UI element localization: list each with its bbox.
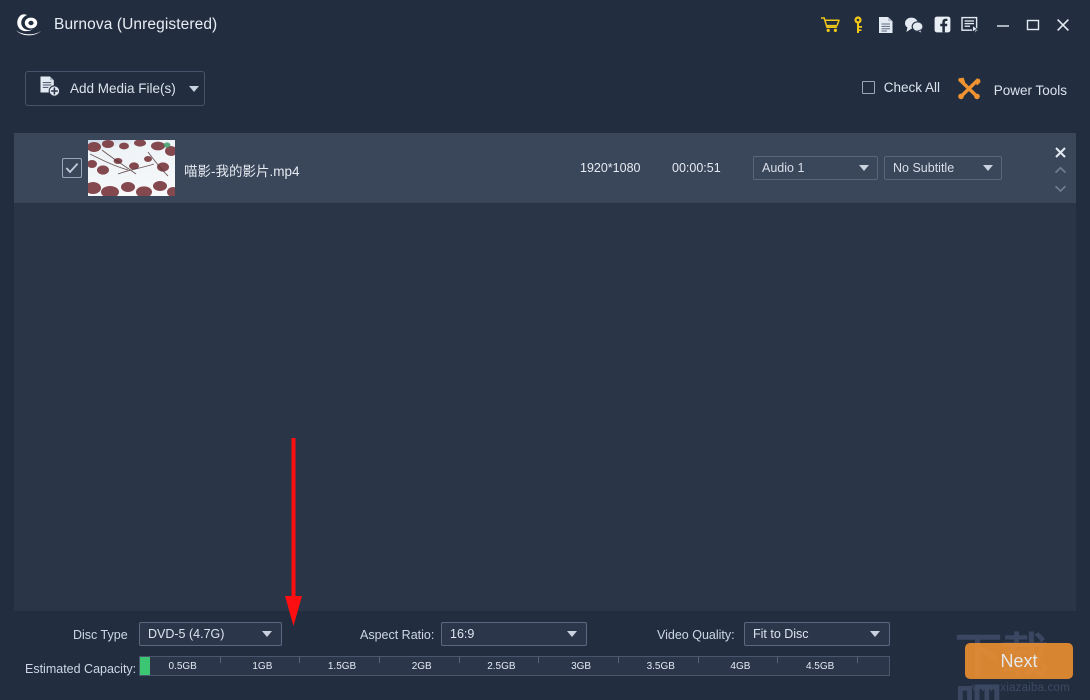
capacity-tick [379,657,381,663]
check-all-label: Check All [883,80,940,95]
subtitle-value: No Subtitle [893,161,955,175]
toolbar: Add Media File(s) Check All Power Tools [0,49,1090,129]
chevron-down-icon[interactable] [567,631,577,637]
capacity-tick [618,657,620,663]
chevron-down-icon[interactable] [188,85,199,92]
capacity-tick-label: 1GB [252,661,273,672]
capacity-tick [299,657,301,663]
video-quality-select[interactable]: Fit to Disc [744,622,890,646]
chevron-down-icon[interactable] [859,165,869,171]
chevron-down-icon[interactable] [262,631,272,637]
title-bar-left: Burnova (Unregistered) [0,8,217,42]
document-icon[interactable] [872,10,900,40]
subtitle-select[interactable]: No Subtitle [884,156,1002,180]
video-quality-value: Fit to Disc [753,627,809,641]
capacity-tick [857,657,859,663]
disc-type-select[interactable]: DVD-5 (4.7G) [139,622,282,646]
row-controls [1048,143,1072,197]
cart-icon[interactable] [816,10,844,40]
app-title: Burnova (Unregistered) [54,15,218,33]
aspect-ratio-value: 16:9 [450,627,475,641]
maximize-icon[interactable] [1018,10,1048,40]
title-bar-right [816,0,1090,49]
chevron-up-icon[interactable] [1048,161,1072,179]
capacity-tick [697,657,699,663]
burnova-window: Burnova (Unregistered) Add Media File(s)… [0,0,1090,700]
key-icon[interactable] [844,10,872,40]
capacity-fill [140,657,150,675]
capacity-tick [458,657,460,663]
row-checkbox[interactable] [62,158,82,178]
file-duration: 00:00:51 [672,161,721,175]
capacity-tick-label: 4.5GB [805,661,835,672]
aspect-ratio-label: Aspect Ratio: [360,628,435,642]
capacity-tick-label: 1.5GB [327,661,357,672]
check-all-box[interactable] [861,81,875,94]
capacity-tick-label: 2.5GB [487,661,516,672]
media-file-list [14,133,1076,611]
title-bar: Burnova (Unregistered) [0,0,1090,49]
burnova-logo-icon [12,8,46,42]
add-file-icon [39,75,61,102]
feedback-icon[interactable] [956,10,984,40]
power-tools-label: Power Tools [993,83,1067,98]
estimated-capacity-bar: 0.5GB 1GB 1.5GB 2GB 2.5GB 3GB 3.5GB 4GB 4.5GB [139,656,890,676]
disc-type-value: DVD-5 (4.7G) [148,627,225,641]
chevron-down-icon[interactable] [983,165,993,171]
capacity-tick-label: 4GB [730,661,751,672]
chat-icon[interactable] [900,10,928,40]
video-thumbnail [88,140,175,196]
close-icon[interactable] [1048,10,1078,40]
capacity-tick [538,657,540,663]
capacity-tick-label: 3.5GB [646,661,675,672]
file-name: 喵影-我的影片.mp4 [184,164,300,179]
next-button-label: Next [1000,650,1038,671]
capacity-tick-label: 2GB [411,661,432,672]
next-button[interactable]: Next [965,643,1073,679]
remove-row-icon[interactable] [1048,143,1072,161]
estimated-capacity-label: Estimated Capacity: [25,662,137,676]
check-all-checkbox[interactable]: Check All [861,80,940,95]
capacity-tick [777,657,779,663]
add-media-button[interactable]: Add Media File(s) [25,71,205,106]
chevron-down-icon[interactable] [870,631,880,637]
audio-track-select[interactable]: Audio 1 [753,156,878,180]
power-tools-button[interactable]: Power Tools [956,76,1067,105]
minimize-icon[interactable] [988,10,1018,40]
capacity-tick [219,657,221,663]
video-quality-label: Video Quality: [657,628,735,642]
capacity-tick-label: 3GB [571,661,592,672]
audio-track-value: Audio 1 [762,161,805,175]
disc-type-label: Disc Type [73,628,128,642]
aspect-ratio-select[interactable]: 16:9 [441,622,587,646]
chevron-down-icon[interactable] [1048,179,1072,197]
file-resolution: 1920*1080 [580,161,641,175]
facebook-icon[interactable] [928,10,956,40]
tools-icon [956,76,982,105]
capacity-tick-label: 0.5GB [168,661,197,672]
add-media-label: Add Media File(s) [70,81,176,96]
